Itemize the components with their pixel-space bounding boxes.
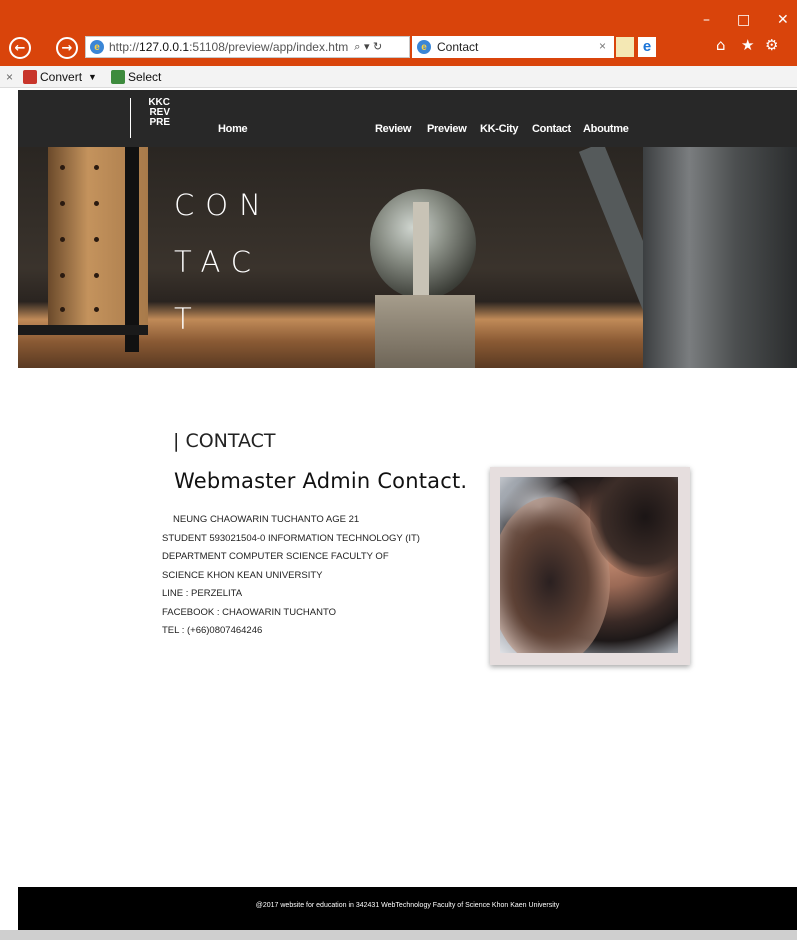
nav-preview[interactable]: Preview — [427, 123, 467, 135]
watering-can-image — [643, 147, 797, 368]
nav-aboutme[interactable]: Aboutme — [583, 123, 629, 135]
profile-photo-frame — [490, 467, 690, 665]
snow-globe-base-image — [375, 295, 475, 368]
web-page: KKC REV PRE Home Review Preview KK-City … — [18, 90, 797, 930]
ie-tab-icon: e — [417, 40, 431, 54]
pdf-convert-icon — [23, 69, 38, 84]
forward-button[interactable]: → — [56, 37, 78, 59]
contact-info-line: NEUNG CHAOWARIN TUCHANTO AGE 21 — [173, 514, 360, 525]
site-logo[interactable]: KKC REV PRE — [130, 98, 170, 138]
logo-line: PRE — [149, 117, 170, 128]
footer-text: @2017 website for education in 342431 We… — [255, 902, 560, 909]
close-window-icon[interactable]: ✕ — [777, 12, 789, 28]
profile-photo — [500, 477, 678, 653]
peg-hole — [60, 201, 65, 206]
section-label: | CONTACT — [173, 430, 276, 452]
edge-icon[interactable]: e — [638, 37, 656, 57]
site-footer: @2017 website for education in 342431 We… — [18, 887, 797, 930]
new-tab-button[interactable] — [616, 37, 634, 57]
maximize-icon[interactable]: □ — [737, 12, 750, 28]
peg-hole — [94, 273, 99, 278]
peg-hole — [60, 237, 65, 242]
address-bar[interactable]: e http://127.0.0.1:51108/preview/app/ind… — [85, 36, 410, 58]
site-navbar: KKC REV PRE Home Review Preview KK-City … — [18, 90, 797, 147]
peg-hole — [60, 165, 65, 170]
command-bar-close-icon[interactable]: × — [6, 70, 13, 84]
convert-dropdown-icon[interactable]: ▼ — [88, 72, 97, 82]
peg-hole — [60, 273, 65, 278]
select-button[interactable]: Select — [128, 70, 161, 84]
contact-info-line: TEL : (+66)0807464246 — [162, 625, 263, 636]
address-path: :51108/preview/app/index.htm — [189, 40, 349, 54]
nav-review[interactable]: Review — [375, 123, 411, 135]
peg-hole — [94, 237, 99, 242]
tab-contact[interactable]: e Contact × — [412, 36, 614, 58]
peg-hole — [94, 307, 99, 312]
title-bar: ← → e http://127.0.0.1:51108/preview/app… — [0, 0, 797, 66]
nav-contact[interactable]: Contact — [532, 123, 571, 135]
ie-page-icon: e — [90, 40, 104, 54]
back-arrow-icon: ← — [14, 40, 26, 56]
contact-info-line: LINE : PERZELITA — [162, 588, 243, 599]
command-bar: × Convert ▼ Select — [0, 66, 797, 88]
nav-home[interactable]: Home — [218, 123, 248, 135]
address-host: 127.0.0.1 — [139, 40, 190, 54]
convert-button[interactable]: Convert — [40, 70, 82, 84]
contact-info-line: STUDENT 593021504-0 INFORMATION TECHNOLO… — [162, 532, 420, 544]
tab-title: Contact — [437, 40, 479, 54]
forward-arrow-icon: → — [61, 40, 73, 56]
page-title: Webmaster Admin Contact. — [174, 469, 468, 493]
settings-gear-icon[interactable]: ⚙ — [765, 36, 778, 54]
logo-bar — [130, 98, 131, 138]
peg-hole — [94, 201, 99, 206]
contact-info-line: DEPARTMENT COMPUTER SCIENCE FACULTY OF — [162, 551, 389, 562]
tab-close-icon[interactable]: × — [599, 39, 606, 53]
favorites-star-icon[interactable]: ★ — [741, 36, 754, 54]
left-page-gutter — [0, 88, 18, 940]
address-scheme: http:// — [109, 40, 140, 54]
peg-hole — [60, 307, 65, 312]
minimize-icon[interactable]: – — [703, 12, 710, 28]
window-bottom-edge — [0, 930, 797, 940]
contact-info-line: SCIENCE KHON KEAN UNIVERSITY — [162, 569, 323, 581]
shelf-image — [18, 325, 148, 335]
contact-info: NEUNG CHAOWARIN TUCHANTO AGE 21 STUDENT … — [162, 511, 432, 641]
nav-kk-city[interactable]: KK-City — [480, 123, 519, 135]
contact-info-line: FACEBOOK : CHAOWARIN TUCHANTO — [162, 606, 337, 618]
lamp-stand-image — [125, 147, 139, 352]
browser-window: ← → e http://127.0.0.1:51108/preview/app… — [0, 0, 797, 940]
home-icon[interactable]: ⌂ — [716, 36, 726, 54]
peg-hole — [94, 165, 99, 170]
snow-globe-tower-image — [413, 202, 429, 297]
address-tools-icons[interactable]: ⌕ ▾ ↻ — [354, 40, 382, 54]
hero-banner: CONTACT — [18, 147, 797, 368]
back-button[interactable]: ← — [9, 37, 31, 59]
hero-title: CONTACT — [174, 188, 272, 336]
select-icon — [110, 69, 125, 84]
